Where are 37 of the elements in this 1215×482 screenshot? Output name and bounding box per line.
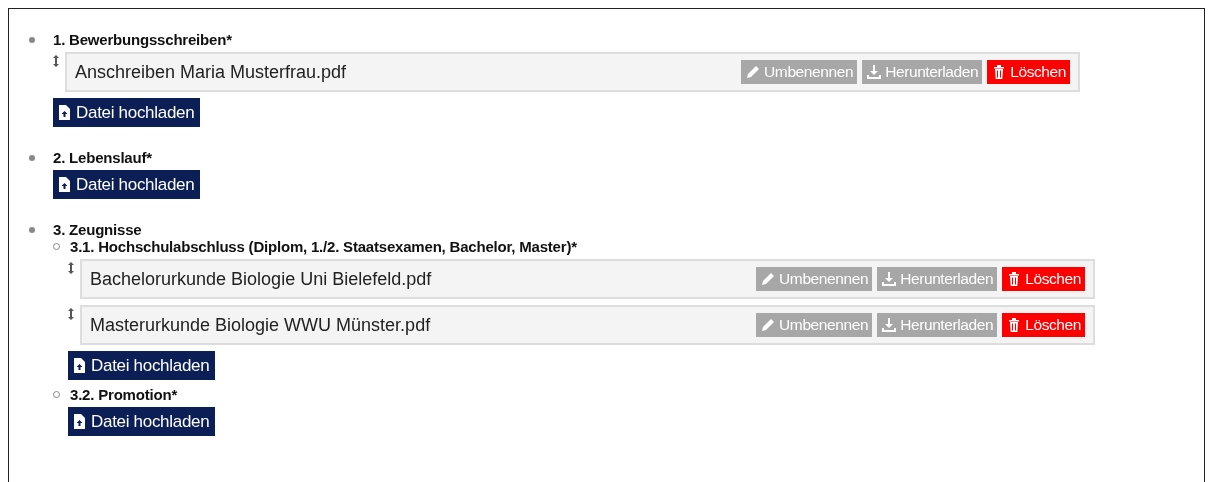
download-button[interactable]: Herunterladen <box>877 313 998 337</box>
pencil-icon <box>760 317 777 333</box>
file-upload-icon <box>74 358 85 373</box>
delete-button[interactable]: Löschen <box>1002 313 1085 337</box>
bullet-icon <box>29 36 35 43</box>
rename-button[interactable]: Umbenennen <box>741 60 858 84</box>
upload-button[interactable]: Datei hochladen <box>68 407 216 436</box>
rename-button[interactable]: Umbenennen <box>756 313 873 337</box>
file-name: Anschreiben Maria Musterfrau.pdf <box>75 61 347 83</box>
section-title: 2. Lebenslauf* <box>53 149 152 166</box>
file-upload-icon <box>59 177 70 192</box>
file-name: Masterurkunde Biologie WWU Münster.pdf <box>90 314 431 336</box>
drag-handle-icon[interactable] <box>68 262 74 274</box>
bullet-icon <box>29 226 35 233</box>
pencil-icon <box>760 271 777 287</box>
download-button[interactable]: Herunterladen <box>877 267 998 291</box>
delete-button[interactable]: Löschen <box>1002 267 1085 291</box>
bullet-icon <box>29 154 35 161</box>
upload-button[interactable]: Datei hochladen <box>53 170 201 199</box>
rename-button[interactable]: Umbenennen <box>756 267 873 291</box>
drag-handle-icon[interactable] <box>53 55 59 67</box>
section-title: 3.2. Promotion* <box>70 386 178 403</box>
download-button[interactable]: Herunterladen <box>862 60 983 84</box>
pencil-icon <box>745 64 762 80</box>
upload-button[interactable]: Datei hochladen <box>68 351 216 380</box>
upload-button[interactable]: Datei hochladen <box>53 98 201 127</box>
download-icon <box>881 317 898 333</box>
file-name: Bachelorurkunde Biologie Uni Bielefeld.pdf <box>90 268 432 290</box>
section-title: 1. Bewerbungsschreiben* <box>53 31 232 48</box>
section-title: 3. Zeugnisse <box>53 221 142 238</box>
section-title: 3.1. Hochschulabschluss (Diplom, 1./2. Staatsexamen, Bachelor, Master)* <box>70 238 577 255</box>
download-icon <box>881 271 898 287</box>
download-icon <box>866 64 883 80</box>
file-upload-icon <box>59 105 70 120</box>
delete-button[interactable]: Löschen <box>987 60 1070 84</box>
drag-handle-icon[interactable] <box>68 308 74 320</box>
file-upload-icon <box>74 414 85 429</box>
